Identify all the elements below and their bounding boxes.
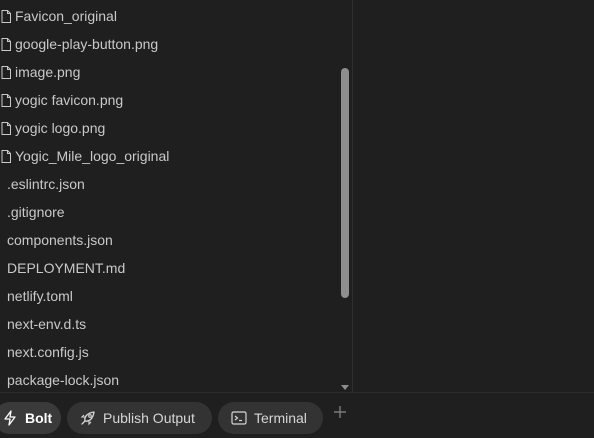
file-icon xyxy=(1,121,11,135)
file-item[interactable]: next-env.d.ts xyxy=(0,310,338,338)
file-name: DEPLOYMENT.md xyxy=(7,260,126,276)
tab-terminal[interactable]: Terminal xyxy=(218,402,323,434)
file-item[interactable]: yogic logo.png xyxy=(0,114,338,142)
file-icon xyxy=(1,65,11,79)
file-explorer: Favicon_original google-play-button.png … xyxy=(0,0,338,392)
file-name: .gitignore xyxy=(7,204,65,220)
bottom-panel-tabs: Bolt Publish Output Terminal xyxy=(0,392,594,438)
scroll-down-arrow-icon[interactable] xyxy=(340,379,350,390)
file-icon xyxy=(1,93,11,107)
file-name: netlify.toml xyxy=(7,288,73,304)
file-name: package-lock.json xyxy=(7,372,120,388)
file-item[interactable]: .eslintrc.json xyxy=(0,170,338,198)
file-icon xyxy=(1,9,11,23)
file-item[interactable]: Yogic_Mile_logo_original xyxy=(0,142,338,170)
file-item[interactable]: netlify.toml xyxy=(0,282,338,310)
file-item[interactable]: package-lock.json xyxy=(0,366,338,392)
file-name: components.json xyxy=(7,232,113,248)
file-name: next-env.d.ts xyxy=(7,316,87,332)
file-item[interactable]: next.config.js xyxy=(0,338,338,366)
scrollbar-thumb[interactable] xyxy=(341,68,349,298)
file-name: Favicon_original xyxy=(15,8,117,24)
tab-bolt[interactable]: Bolt xyxy=(0,402,61,434)
file-item[interactable]: DEPLOYMENT.md xyxy=(0,254,338,282)
file-item[interactable]: image.png xyxy=(0,58,338,86)
terminal-icon xyxy=(231,410,247,426)
app-window: Favicon_original google-play-button.png … xyxy=(0,0,594,438)
editor-pane xyxy=(353,0,594,392)
file-icon xyxy=(1,37,11,51)
file-name: google-play-button.png xyxy=(15,36,159,52)
tab-publish-output[interactable]: Publish Output xyxy=(67,402,212,434)
lightning-icon xyxy=(2,410,18,426)
file-name: yogic favicon.png xyxy=(15,92,124,108)
file-item[interactable]: Favicon_original xyxy=(0,2,338,30)
tab-terminal-label: Terminal xyxy=(254,410,307,426)
file-name: Yogic_Mile_logo_original xyxy=(15,148,170,164)
file-item[interactable]: components.json xyxy=(0,226,338,254)
file-item[interactable]: .gitignore xyxy=(0,198,338,226)
file-icon xyxy=(1,149,11,163)
file-item[interactable]: google-play-button.png xyxy=(0,30,338,58)
file-name: image.png xyxy=(15,64,81,80)
file-name: .eslintrc.json xyxy=(7,176,85,192)
plus-icon[interactable] xyxy=(332,405,348,421)
file-name: yogic logo.png xyxy=(15,120,106,136)
tab-publish-output-label: Publish Output xyxy=(103,410,195,426)
rocket-icon xyxy=(80,410,96,426)
file-tree-scrollbar[interactable] xyxy=(338,0,352,392)
tab-bolt-label: Bolt xyxy=(25,410,53,426)
file-item[interactable]: yogic favicon.png xyxy=(0,86,338,114)
file-name: next.config.js xyxy=(7,344,89,360)
